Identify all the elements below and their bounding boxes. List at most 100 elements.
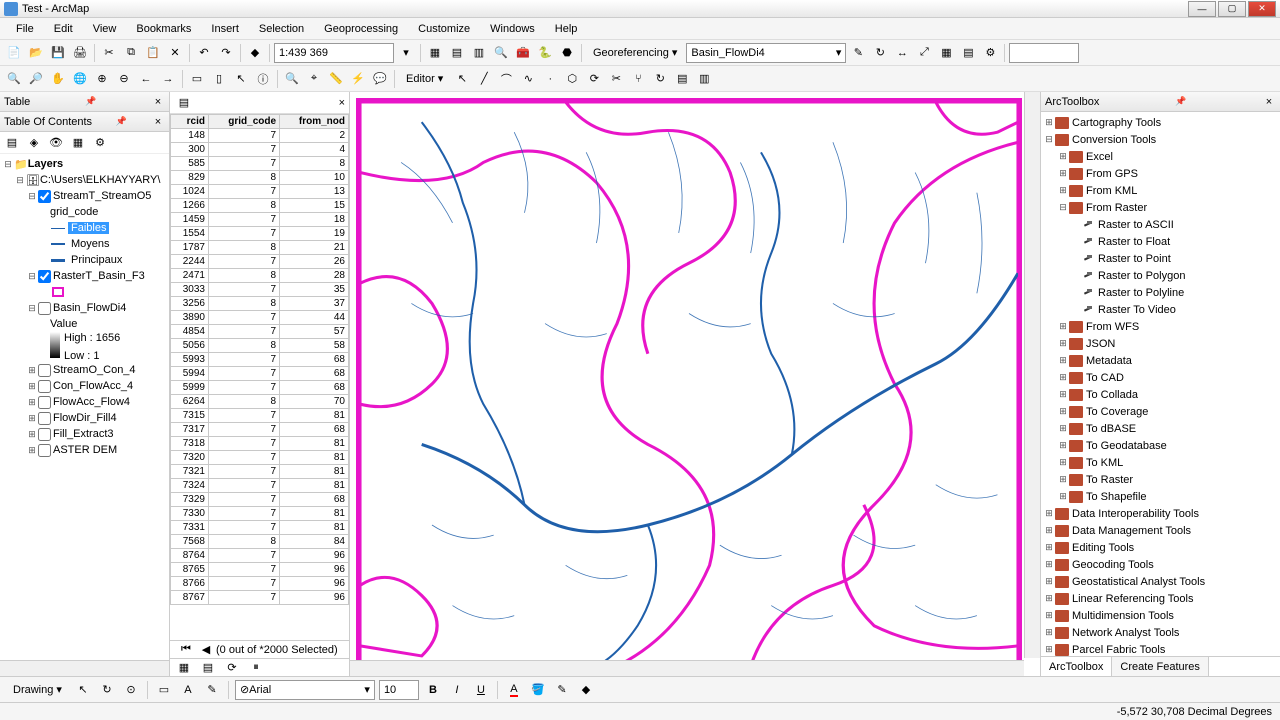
- toolbox-item[interactable]: ⊞Cartography Tools: [1043, 114, 1278, 131]
- georef-layer-select[interactable]: Basin_FlowDi4▾: [686, 43, 846, 63]
- table-row[interactable]: 3890744: [171, 311, 349, 325]
- arctoolbox-tree[interactable]: ⊞Cartography Tools⊟Conversion Tools⊞Exce…: [1041, 112, 1280, 656]
- edit-reshape-icon[interactable]: ⟳: [584, 69, 604, 89]
- georef-viewlink-icon[interactable]: ▦: [936, 43, 956, 63]
- table-row[interactable]: 5999768: [171, 381, 349, 395]
- toc-options-icon[interactable]: ⚙: [90, 133, 110, 153]
- layer-checkbox[interactable]: [38, 364, 51, 377]
- tool-item[interactable]: Raster to Float: [1043, 233, 1278, 250]
- toc-pin-icon[interactable]: 📌: [116, 116, 127, 127]
- georeferencing-menu[interactable]: Georeferencing ▾: [586, 43, 684, 63]
- redo-button[interactable]: ↷: [216, 43, 236, 63]
- font-select[interactable]: ⊘ Arial▾: [235, 680, 375, 700]
- rotate-icon[interactable]: ↻: [97, 680, 117, 700]
- clear-selection-icon[interactable]: ▯: [209, 69, 229, 89]
- tool-item[interactable]: Raster to Polygon: [1043, 267, 1278, 284]
- layer-checkbox[interactable]: [38, 396, 51, 409]
- table-row[interactable]: 7320781: [171, 451, 349, 465]
- drawing-menu[interactable]: Drawing ▾: [6, 680, 69, 700]
- bold-button[interactable]: B: [423, 680, 443, 700]
- georef-scale-icon[interactable]: ⤢: [914, 43, 934, 63]
- html-popup-icon[interactable]: 💬: [370, 69, 390, 89]
- layer-checkbox[interactable]: [38, 270, 51, 283]
- edit-split-icon[interactable]: ⑂: [628, 69, 648, 89]
- table-row[interactable]: 5056858: [171, 339, 349, 353]
- table-pin-icon[interactable]: 📌: [85, 96, 96, 107]
- table-options-icon[interactable]: ▤: [174, 93, 194, 113]
- save-button[interactable]: 💾: [48, 43, 68, 63]
- view-data-icon[interactable]: ▦: [174, 658, 194, 677]
- edit-arc-icon[interactable]: ⌒: [496, 69, 516, 89]
- toolbox-item[interactable]: ⊞JSON: [1043, 335, 1278, 352]
- new-button[interactable]: 📄: [4, 43, 24, 63]
- table-row[interactable]: 2244726: [171, 255, 349, 269]
- tab-create-features[interactable]: Create Features: [1112, 657, 1208, 676]
- tool-item[interactable]: Raster to Point: [1043, 250, 1278, 267]
- table-row[interactable]: 7317768: [171, 423, 349, 437]
- table-row[interactable]: 1459718: [171, 213, 349, 227]
- zoom-out-icon[interactable]: 🔎: [26, 69, 46, 89]
- table-row[interactable]: 829810: [171, 171, 349, 185]
- layer-checkbox[interactable]: [38, 444, 51, 457]
- menu-help[interactable]: Help: [545, 21, 588, 37]
- toc-tree[interactable]: ⊟📁 Layers⊟🗄 C:\Users\ELKHAYYARY\⊟ Stream…: [0, 154, 169, 660]
- toolbox-item[interactable]: ⊞Linear Referencing Tools: [1043, 590, 1278, 607]
- font-size-input[interactable]: [379, 680, 419, 700]
- toc-close-icon[interactable]: ×: [151, 116, 165, 128]
- toolbox-item[interactable]: ⊞From WFS: [1043, 318, 1278, 335]
- fixed-zoom-in-icon[interactable]: ⊕: [92, 69, 112, 89]
- table-row[interactable]: 3256837: [171, 297, 349, 311]
- goto-xy-icon[interactable]: ⌖: [304, 69, 324, 89]
- print-button[interactable]: 🖨: [70, 43, 90, 63]
- table-first-icon[interactable]: ⏮: [176, 640, 196, 660]
- menu-edit[interactable]: Edit: [44, 21, 83, 37]
- layer-checkbox[interactable]: [38, 428, 51, 441]
- menu-view[interactable]: View: [83, 21, 127, 37]
- toolbox-item[interactable]: ⊞Geocoding Tools: [1043, 556, 1278, 573]
- toolbox-item[interactable]: ⊞Metadata: [1043, 352, 1278, 369]
- table-row[interactable]: 3033735: [171, 283, 349, 297]
- edit-tool-icon[interactable]: ↖: [452, 69, 472, 89]
- edit-cut-icon[interactable]: ✂: [606, 69, 626, 89]
- undo-button[interactable]: ↶: [194, 43, 214, 63]
- table-row[interactable]: 5993768: [171, 353, 349, 367]
- tool-item[interactable]: Raster to Polyline: [1043, 284, 1278, 301]
- fill-color-icon[interactable]: 🪣: [528, 680, 548, 700]
- measure-icon[interactable]: 📏: [326, 69, 346, 89]
- toolbox-item[interactable]: ⊞To Raster: [1043, 471, 1278, 488]
- line-color-icon[interactable]: ✎: [552, 680, 572, 700]
- font-color-icon[interactable]: A: [504, 680, 524, 700]
- table-row[interactable]: 7315781: [171, 409, 349, 423]
- editor-menu[interactable]: Editor ▾: [399, 69, 450, 89]
- cut-button[interactable]: ✂: [99, 43, 119, 63]
- map-view[interactable]: [350, 92, 1040, 676]
- toolbox-item[interactable]: ⊞From KML: [1043, 182, 1278, 199]
- find-icon[interactable]: 🔍: [282, 69, 302, 89]
- table-row[interactable]: 7330781: [171, 507, 349, 521]
- toolbox-item[interactable]: ⊞Geostatistical Analyst Tools: [1043, 573, 1278, 590]
- arctoolbox-close-icon[interactable]: ×: [1262, 96, 1276, 108]
- menu-bookmarks[interactable]: Bookmarks: [126, 21, 201, 37]
- modelbuilder-icon[interactable]: ⬣: [557, 43, 577, 63]
- toolbox-item[interactable]: ⊞From GPS: [1043, 165, 1278, 182]
- table-row[interactable]: 30074: [171, 143, 349, 157]
- toolbox-item[interactable]: ⊟Conversion Tools: [1043, 131, 1278, 148]
- layer-checkbox[interactable]: [38, 380, 51, 393]
- zoom-to-icon[interactable]: ⊙: [121, 680, 141, 700]
- table-row[interactable]: 4854757: [171, 325, 349, 339]
- identify-icon[interactable]: ⓘ: [253, 69, 273, 89]
- add-data-button[interactable]: ◆: [245, 43, 265, 63]
- close-button[interactable]: ✕: [1248, 1, 1276, 17]
- paste-button[interactable]: 📋: [143, 43, 163, 63]
- table-row[interactable]: 7321781: [171, 465, 349, 479]
- layer-checkbox[interactable]: [38, 302, 51, 315]
- arctoolbox-pin-icon[interactable]: 📌: [1175, 96, 1186, 107]
- minimize-button[interactable]: —: [1188, 1, 1216, 17]
- editor-toolbar-icon[interactable]: ▦: [425, 43, 445, 63]
- zoom-in-icon[interactable]: 🔍: [4, 69, 24, 89]
- copy-button[interactable]: ⧉: [121, 43, 141, 63]
- back-icon[interactable]: ←: [136, 69, 156, 89]
- edit-line-icon[interactable]: ╱: [474, 69, 494, 89]
- toolbox-item[interactable]: ⊞Multidimension Tools: [1043, 607, 1278, 624]
- map-horizontal-scrollbar[interactable]: [350, 660, 1024, 676]
